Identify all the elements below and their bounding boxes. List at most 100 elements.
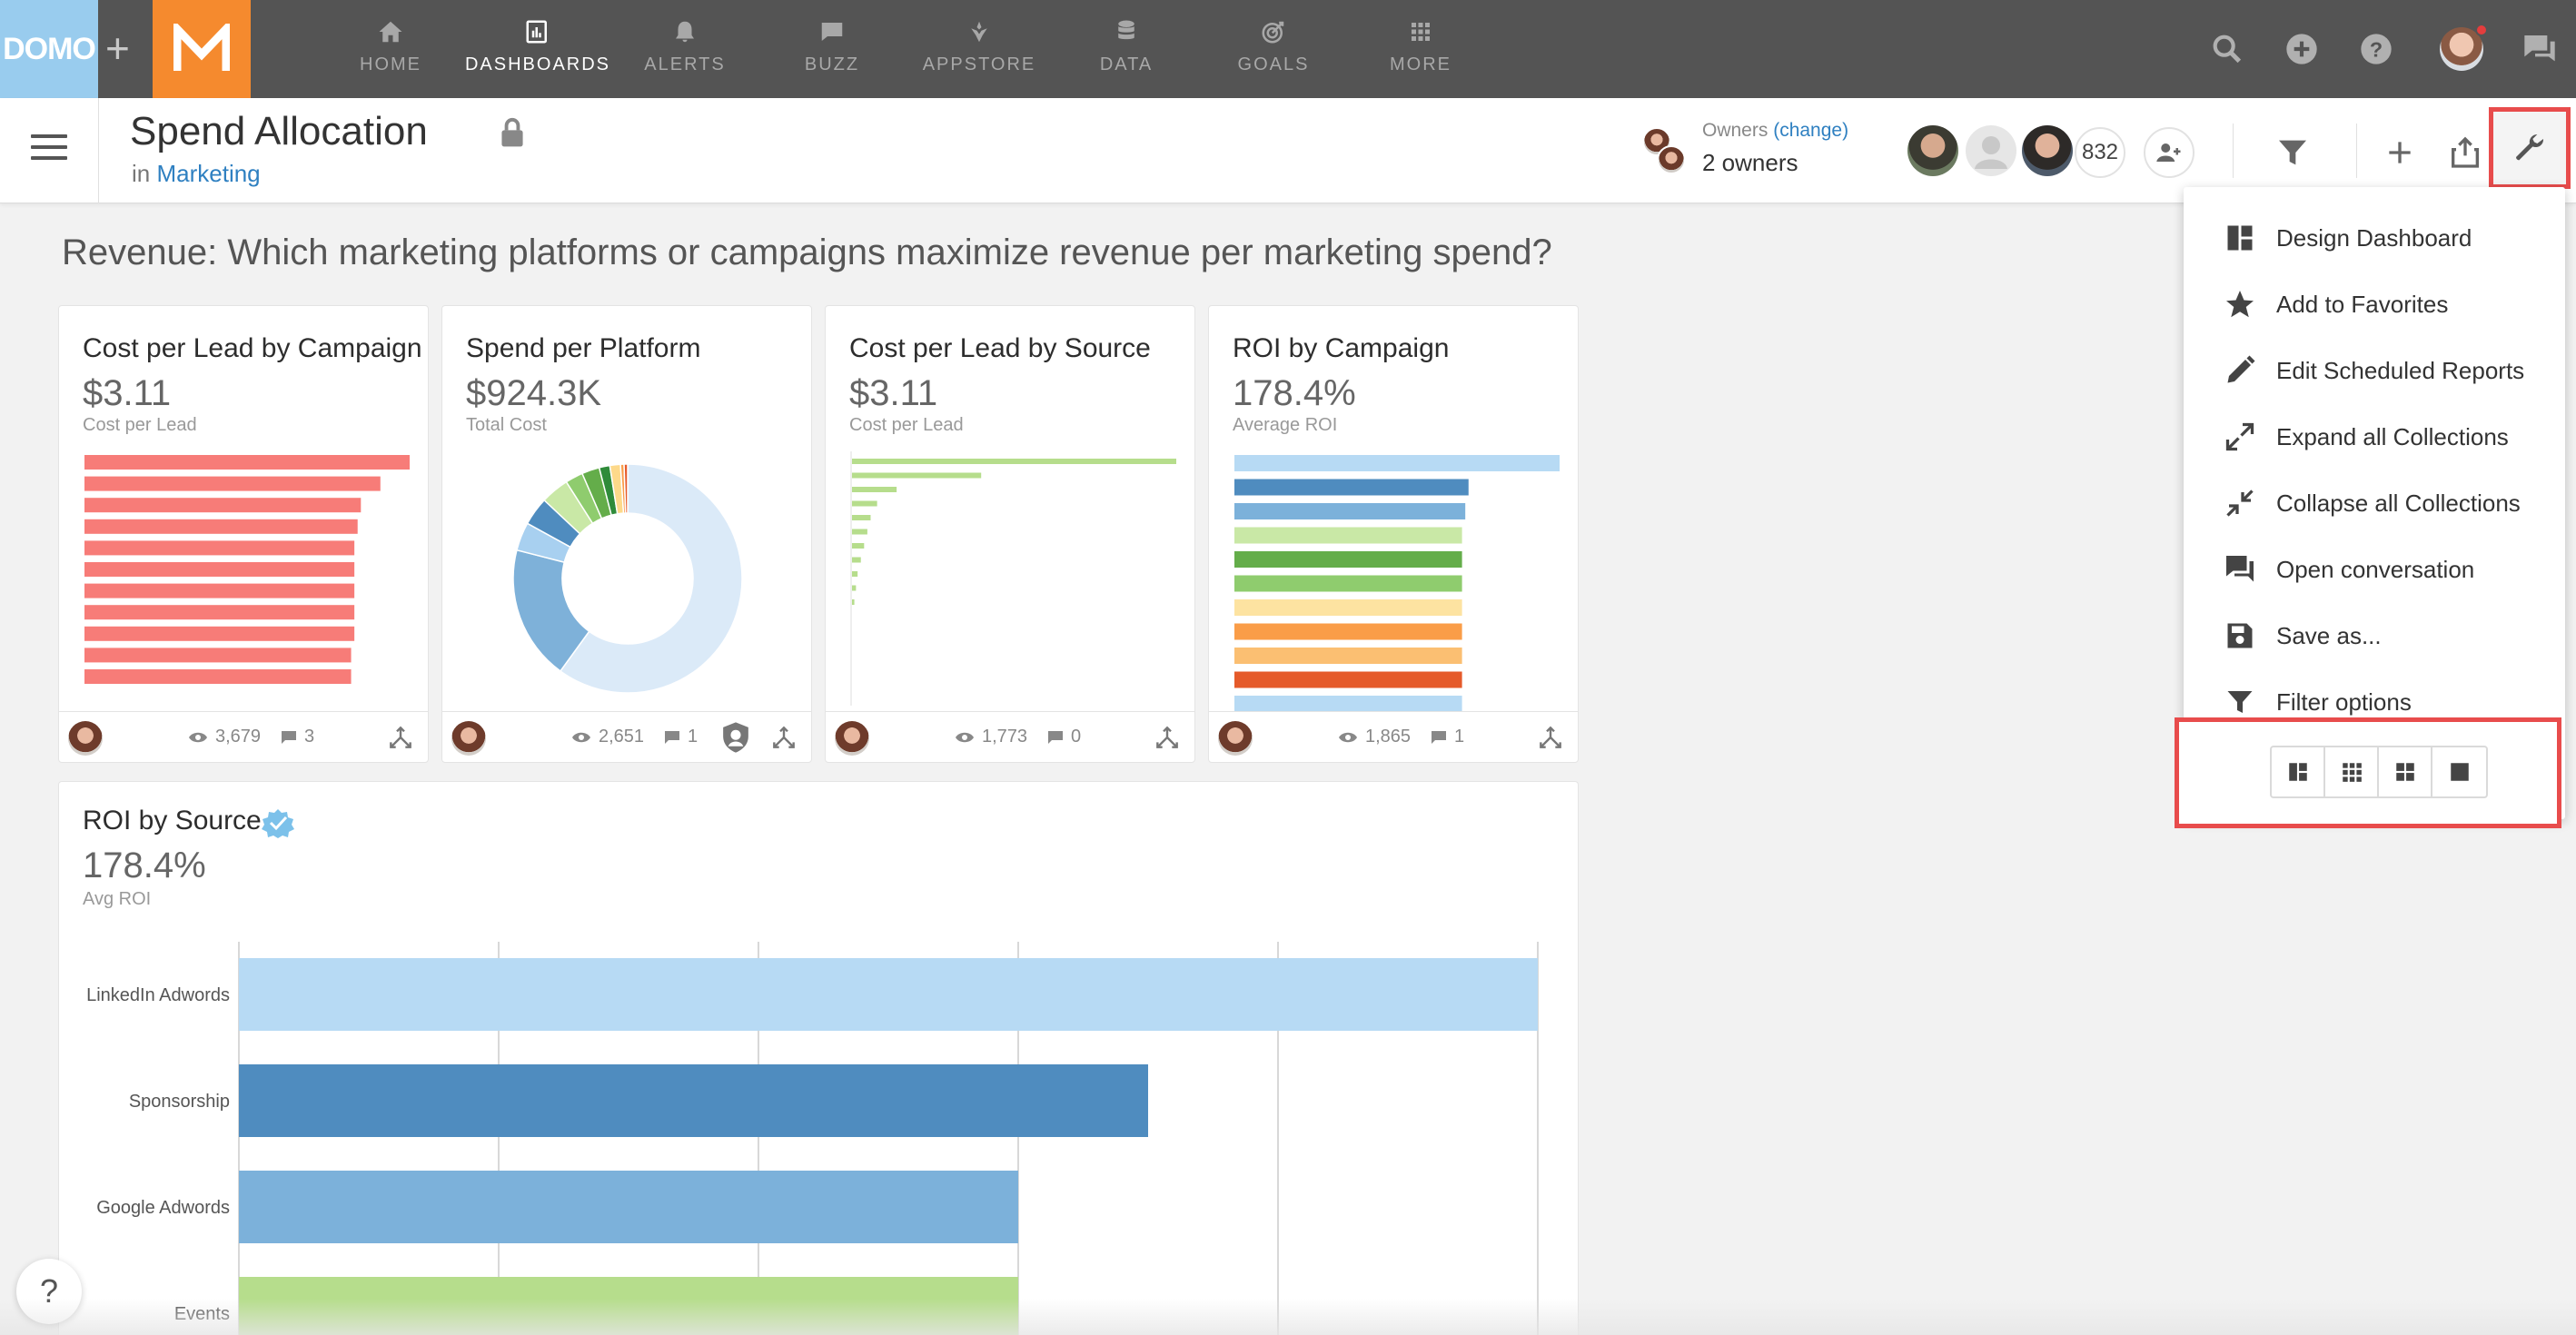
bar[interactable]: [851, 515, 871, 520]
share-icon[interactable]: [2447, 134, 2483, 171]
menu-add-to-favorites[interactable]: Add to Favorites: [2184, 272, 2565, 337]
nav-home[interactable]: HOME: [327, 0, 454, 98]
shared-user-avatar[interactable]: [1966, 125, 2016, 176]
comments-count[interactable]: 0: [1047, 727, 1081, 747]
drill-expand-icon[interactable]: [769, 723, 798, 752]
bar[interactable]: [851, 459, 1176, 464]
menu-save-as[interactable]: Save as...: [2184, 603, 2565, 668]
bar[interactable]: [1234, 575, 1462, 592]
bar[interactable]: [239, 1277, 1018, 1335]
owners-avatars[interactable]: [1642, 127, 1691, 178]
bar[interactable]: [851, 500, 877, 507]
card-spend-per-platform[interactable]: Spend per Platform $924.3K Total Cost 2,…: [441, 305, 812, 763]
drill-expand-icon[interactable]: [386, 723, 415, 752]
bar[interactable]: [851, 472, 982, 479]
bar[interactable]: [851, 571, 858, 577]
bar[interactable]: [239, 958, 1538, 1031]
share-count-badge[interactable]: 832: [2075, 127, 2125, 178]
bar[interactable]: [84, 669, 352, 684]
certified-shield-icon[interactable]: [720, 721, 751, 754]
comments-count[interactable]: 1: [664, 727, 698, 747]
bar[interactable]: [239, 1171, 1018, 1243]
bar[interactable]: [239, 1064, 1148, 1137]
layout-large-button[interactable]: [2432, 747, 2486, 796]
card-roi-by-campaign[interactable]: ROI by Campaign 178.4% Average ROI 1,865…: [1208, 305, 1579, 763]
menu-open-conversation[interactable]: Open conversation: [2184, 537, 2565, 602]
help-icon[interactable]: ?: [2358, 31, 2394, 67]
layout-medium-grid-button[interactable]: [2379, 747, 2433, 796]
company-logo[interactable]: [153, 0, 251, 98]
bar[interactable]: [1234, 648, 1462, 664]
card-cost-per-lead-by-source[interactable]: Cost per Lead by Source $3.11 Cost per L…: [825, 305, 1195, 763]
bar[interactable]: [1234, 527, 1462, 544]
menu-collapse-all-collections[interactable]: Collapse all Collections: [2184, 470, 2565, 536]
bar[interactable]: [84, 648, 352, 663]
bar[interactable]: [84, 626, 355, 641]
layout-mixed-button[interactable]: [2272, 747, 2326, 796]
bar[interactable]: [84, 583, 355, 598]
card-cost-per-lead-by-campaign[interactable]: Cost per Lead by Campaign $3.11 Cost per…: [58, 305, 429, 763]
owners-count[interactable]: 2 owners: [1702, 149, 1798, 177]
cost-per-lead-source-bar-chart[interactable]: [826, 306, 1196, 764]
bar[interactable]: [84, 498, 362, 513]
menu-edit-scheduled-reports[interactable]: Edit Scheduled Reports: [2184, 338, 2565, 403]
roi-campaign-bar-chart[interactable]: [1209, 306, 1580, 764]
add-circle-icon[interactable]: [2284, 31, 2320, 67]
owner-avatar[interactable]: [835, 721, 869, 756]
nav-more[interactable]: MORE: [1357, 0, 1484, 98]
lock-icon[interactable]: [498, 116, 527, 149]
owner-avatar[interactable]: [451, 721, 486, 756]
bar[interactable]: [84, 455, 410, 470]
bar[interactable]: [84, 519, 358, 534]
nav-buzz[interactable]: BUZZ: [768, 0, 896, 98]
chat-icon[interactable]: [2522, 31, 2558, 67]
nav-dashboards[interactable]: DASHBOARDS: [465, 0, 609, 98]
nav-goals[interactable]: GOALS: [1210, 0, 1337, 98]
bar[interactable]: [1234, 455, 1560, 471]
domo-logo[interactable]: DOMO: [0, 0, 98, 98]
nav-data[interactable]: DATA: [1063, 0, 1190, 98]
bar[interactable]: [1234, 671, 1462, 688]
bar[interactable]: [851, 543, 865, 549]
drill-expand-icon[interactable]: [1153, 723, 1182, 752]
nav-appstore[interactable]: APPSTORE: [916, 0, 1043, 98]
page-location-link[interactable]: Marketing: [156, 160, 260, 187]
bar[interactable]: [84, 562, 355, 577]
bar[interactable]: [84, 605, 355, 620]
bar[interactable]: [1234, 479, 1469, 496]
cost-per-lead-bar-chart[interactable]: [59, 306, 430, 764]
bar[interactable]: [84, 476, 381, 491]
menu-design-dashboard[interactable]: Design Dashboard: [2184, 205, 2565, 271]
help-button[interactable]: ?: [16, 1259, 82, 1324]
drill-expand-icon[interactable]: [1536, 723, 1565, 752]
hamburger-menu-icon[interactable]: [31, 134, 67, 165]
search-icon[interactable]: [2209, 31, 2245, 67]
bar[interactable]: [84, 540, 355, 556]
bar[interactable]: [1234, 623, 1462, 640]
layout-small-grid-button[interactable]: [2325, 747, 2380, 796]
wrench-button[interactable]: [2489, 107, 2571, 189]
roi-source-bar-chart[interactable]: LinkedIn Adwords Sponsorship Google Adword…: [59, 782, 1580, 1335]
add-person-button[interactable]: [2144, 127, 2195, 178]
bar[interactable]: [851, 529, 867, 535]
bar[interactable]: [1234, 696, 1462, 712]
bar[interactable]: [851, 557, 861, 563]
filter-icon[interactable]: [2274, 134, 2311, 171]
comments-count[interactable]: 3: [281, 727, 314, 747]
nav-alerts[interactable]: ALERTS: [621, 0, 748, 98]
page-title[interactable]: Spend Allocation: [130, 109, 428, 154]
bar[interactable]: [851, 487, 897, 492]
bar[interactable]: [1234, 551, 1462, 568]
bar[interactable]: [1234, 599, 1462, 616]
owners-change-link[interactable]: (change): [1773, 120, 1848, 141]
spend-donut-chart[interactable]: [442, 306, 813, 764]
add-icon[interactable]: [2382, 134, 2418, 171]
card-roi-by-source[interactable]: ROI by Source 178.4% Avg ROI LinkedIn Ad…: [58, 781, 1579, 1335]
comments-count[interactable]: 1: [1431, 727, 1464, 747]
owner-avatar[interactable]: [68, 721, 103, 756]
shared-user-avatar[interactable]: [2022, 125, 2073, 176]
shared-user-avatar[interactable]: [1907, 125, 1958, 176]
owner-avatar[interactable]: [1218, 721, 1253, 756]
bar[interactable]: [1234, 503, 1466, 519]
menu-expand-all-collections[interactable]: Expand all Collections: [2184, 404, 2565, 470]
